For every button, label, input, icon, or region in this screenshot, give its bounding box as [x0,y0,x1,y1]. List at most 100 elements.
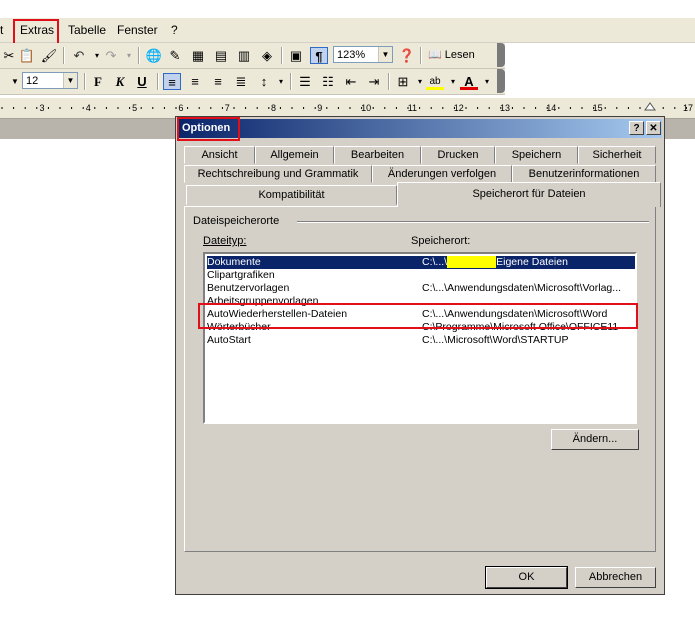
file-type: AutoStart [207,334,251,346]
file-location: C:\...\XXXXXXXEigene Dateien [422,256,568,268]
document-map-icon[interactable]: ▣ [287,47,305,64]
insert-table-icon[interactable]: ▦ [189,47,207,64]
line-spacing-icon[interactable]: ↕ [255,73,273,90]
list-item[interactable]: AutoStart C:\...\Microsoft\Word\STARTUP [207,334,635,347]
tab-allgemein[interactable]: Allgemein [255,146,334,164]
ruler-label: 12 [454,103,464,113]
ruler-label: 7 [225,103,230,113]
underline-button[interactable]: U [133,73,151,90]
tab-kompatibilitaet[interactable]: Kompatibilität [186,185,397,205]
zoom-combo[interactable]: 123% ▼ [333,46,393,63]
book-icon: 📖 [428,49,442,61]
justify-icon[interactable]: ≣ [232,73,250,90]
align-left-icon[interactable]: ≡ [163,73,181,90]
chevron-down-icon[interactable]: ▼ [63,73,77,88]
columns-icon[interactable]: ▥ [235,47,253,64]
tab-speichern[interactable]: Speichern [495,146,578,164]
insert-excel-icon[interactable]: ▤ [212,47,230,64]
tab-ansicht[interactable]: Ansicht [184,146,255,164]
ruler-label: 13 [500,103,510,113]
ruler-label: 17 [683,103,693,113]
font-color-icon[interactable]: A [460,73,478,90]
ruler-label: 8 [271,103,276,113]
column-header-type: Dateityp: [203,235,247,247]
tab-rechtschreibung[interactable]: Rechtschreibung und Grammatik [184,165,372,183]
font-size-combo[interactable]: 12 ▼ [22,72,78,89]
ruler-label: 11 [408,103,417,113]
format-painter-icon[interactable]: 🖌 [40,47,58,64]
file-location: C:\...\Anwendungsdaten\Microsoft\Vorlag.… [422,282,622,294]
toolbar-separator [388,73,390,90]
file-type: Dokumente [207,256,261,268]
show-hide-paragraph-button[interactable]: ¶ [310,47,328,64]
ok-button[interactable]: OK [485,566,568,589]
toolbar-grip[interactable] [497,43,505,67]
decrease-indent-icon[interactable]: ⇤ [342,73,360,90]
hyperlink-icon[interactable]: 🌐 [145,47,163,64]
toolbar-separator [138,47,140,64]
menu-item-fenster[interactable]: Fenster [117,23,158,37]
list-item[interactable]: Clipartgrafiken [207,269,635,282]
italic-button[interactable]: K [111,73,129,90]
column-header-location: Speicherort: [411,235,471,247]
tables-borders-icon[interactable]: ✎ [166,47,184,64]
file-type: Benutzervorlagen [207,282,290,294]
ruler-scale: 3 4 5 6 7 8 9 10 11 12 13 14 15 17 [1,102,693,113]
help-button[interactable]: ? [629,121,644,135]
ruler-label: 3 [39,103,44,113]
redo-icon[interactable]: ↷ [102,47,120,64]
highlight-icon[interactable]: ab [426,73,444,90]
ruler-label: 9 [317,103,322,113]
tab-benutzerinformationen[interactable]: Benutzerinformationen [512,165,656,183]
redacted-highlight: XXXXXXX [447,256,497,268]
menu-item-tabelle[interactable]: Tabelle [68,23,106,37]
read-mode-button[interactable]: 📖 Lesen [428,48,475,61]
paste-icon[interactable]: 📋 [18,47,36,64]
borders-icon[interactable]: ⊞ [394,73,412,90]
formatting-toolbar: ▼ 12 ▼ F K U ≡ ≡ ≡ ≣ ↕ ▾ ☰ ☷ ⇤ ⇥ ⊞ ▾ ab … [0,69,505,95]
menu-item-help[interactable]: ? [171,23,178,37]
list-item[interactable]: Dokumente C:\...\XXXXXXXEigene Dateien [207,256,635,269]
align-center-icon[interactable]: ≡ [186,73,204,90]
cancel-button[interactable]: Abbrechen [575,567,656,588]
dialog-titlebar[interactable]: Optionen ? ✕ [178,119,662,138]
toolbar-grip[interactable] [497,69,505,93]
title-highlight-box [177,117,240,141]
cut-icon[interactable]: ✂ [0,47,18,64]
line-spacing-dropdown-icon[interactable]: ▾ [272,73,290,90]
tab-bearbeiten[interactable]: Bearbeiten [334,146,421,164]
menu-item-format-partial[interactable]: t [0,23,3,37]
toolbar-separator [281,47,283,64]
tab-speicherort-fuer-dateien[interactable]: Speicherort für Dateien [397,182,661,207]
increase-indent-icon[interactable]: ⇥ [365,73,383,90]
change-button[interactable]: Ändern... [551,429,639,450]
bold-button[interactable]: F [89,73,107,90]
indent-marker-icon[interactable] [644,102,656,111]
bullets-icon[interactable]: ☷ [319,73,337,90]
tab-drucken[interactable]: Drucken [421,146,495,164]
ruler-label: 15 [593,103,603,113]
toolbar-separator [290,73,292,90]
tab-sicherheit[interactable]: Sicherheit [578,146,656,164]
autorecover-highlight-box [198,303,638,329]
redo-dropdown-icon[interactable]: ▾ [120,47,138,64]
tab-aenderungen-verfolgen[interactable]: Änderungen verfolgen [372,165,512,183]
list-item[interactable]: Benutzervorlagen C:\...\Anwendungsdaten\… [207,282,635,295]
file-location: C:\...\Microsoft\Word\STARTUP [422,334,569,346]
chevron-down-icon[interactable]: ▼ [378,47,392,62]
standard-toolbar: ✂ 📋 🖌 ↶ ▾ ↷ ▾ 🌐 ✎ ▦ ▤ ▥ ◈ ▣ ¶ 123% ▼ ❓ 📖… [0,43,505,69]
drawing-icon[interactable]: ◈ [258,47,276,64]
undo-icon[interactable]: ↶ [70,47,88,64]
help-icon[interactable]: ❓ [398,47,416,64]
toolbar-separator [63,47,65,64]
align-right-icon[interactable]: ≡ [209,73,227,90]
file-type: Clipartgrafiken [207,269,275,281]
close-button[interactable]: ✕ [646,121,661,135]
toolbar-separator [157,73,159,90]
font-color-dropdown-icon[interactable]: ▾ [478,73,496,90]
ruler-label: 14 [546,103,556,113]
ruler-label: 10 [361,103,371,113]
file-locations-list[interactable]: Dokumente C:\...\XXXXXXXEigene Dateien C… [203,252,637,424]
numbering-icon[interactable]: ☰ [296,73,314,90]
menu-bar: t Extras Tabelle Fenster ? [0,18,695,45]
